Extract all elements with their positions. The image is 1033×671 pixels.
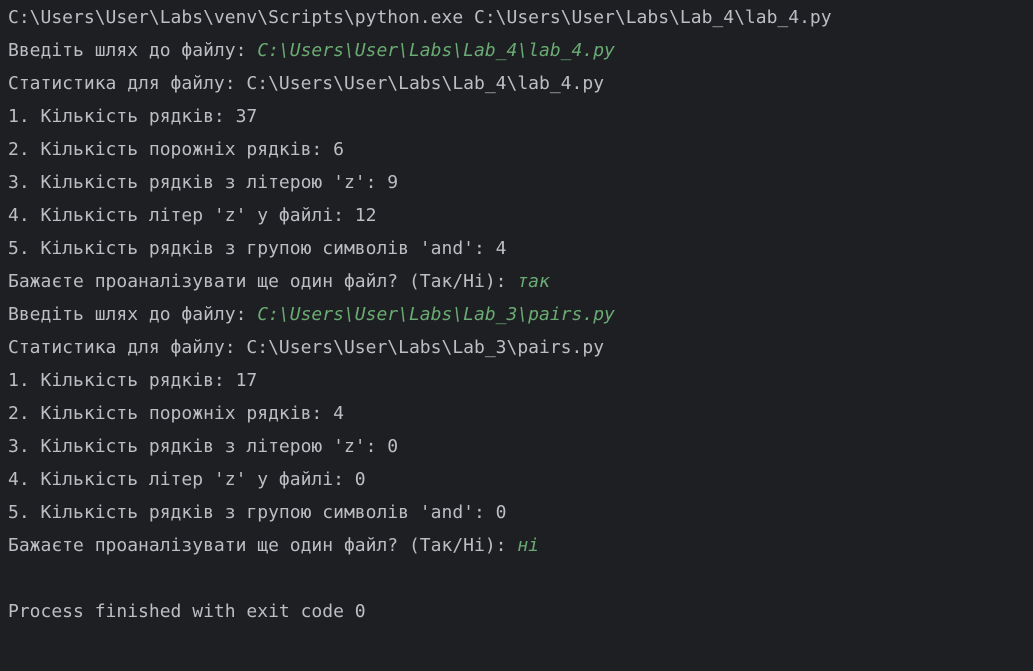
stat-line-and-lines: 5. Кількість рядків з групою символів 'a…	[8, 238, 507, 259]
path-prompt-line-1: Введіть шлях до файлу: C:\Users\User\Lab…	[8, 34, 1033, 67]
run-console-output[interactable]: C:\Users\User\Labs\venv\Scripts\python.e…	[0, 0, 1033, 671]
stat-line-lines-count: 1. Кількість рядків: 37	[8, 106, 258, 127]
path-prompt-line-2: Введіть шлях до файлу: C:\Users\User\Lab…	[8, 298, 1033, 331]
stat-line-z-count: 4. Кількість літер 'z' у файлі: 0	[8, 469, 366, 490]
again-prompt: Бажаєте проаналізувати ще один файл? (Та…	[8, 535, 518, 556]
stat-line-and-lines: 5. Кількість рядків з групою символів 'a…	[8, 502, 507, 523]
again-prompt-line-1: Бажаєте проаналізувати ще один файл? (Та…	[8, 265, 1033, 298]
stat-line-empty-lines: 2. Кількість порожніх рядків: 4	[8, 403, 344, 424]
exit-message: Process finished with exit code 0	[8, 601, 366, 622]
path-input-value: C:\Users\User\Labs\Lab_3\pairs.py	[257, 304, 615, 325]
again-input-value: ні	[517, 535, 540, 556]
path-input-value: C:\Users\User\Labs\Lab_4\lab_4.py	[257, 40, 615, 61]
again-prompt: Бажаєте проаналізувати ще один файл? (Та…	[8, 271, 518, 292]
stat-line-z-count: 4. Кількість літер 'z' у файлі: 12	[8, 205, 377, 226]
stats-header: Статистика для файлу: C:\Users\User\Labs…	[8, 337, 605, 358]
path-prompt: Введіть шлях до файлу:	[8, 304, 258, 325]
path-prompt: Введіть шлях до файлу:	[8, 40, 258, 61]
stat-line-lines-with-z: 3. Кількість рядків з літерою 'z': 9	[8, 172, 399, 193]
stat-line-lines-with-z: 3. Кількість рядків з літерою 'z': 0	[8, 436, 399, 457]
stats-header: Статистика для файлу: C:\Users\User\Labs…	[8, 73, 605, 94]
again-input-value: так	[517, 271, 550, 292]
stat-line-lines-count: 1. Кількість рядків: 17	[8, 370, 258, 391]
command-line: C:\Users\User\Labs\venv\Scripts\python.e…	[8, 7, 832, 28]
stat-line-empty-lines: 2. Кількість порожніх рядків: 6	[8, 139, 344, 160]
again-prompt-line-2: Бажаєте проаналізувати ще один файл? (Та…	[8, 529, 1033, 562]
